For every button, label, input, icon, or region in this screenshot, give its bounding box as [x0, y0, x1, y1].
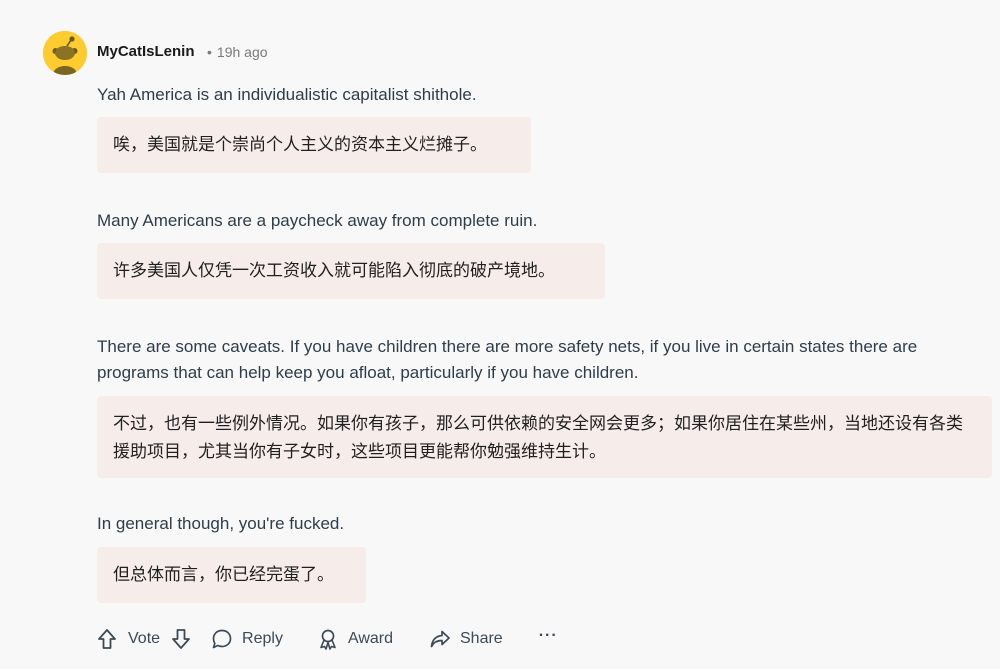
award-label: Award — [347, 630, 393, 647]
comment-text-en: There are some caveats. If you have chil… — [97, 337, 918, 382]
arrow-up-icon — [98, 629, 116, 649]
upvote-button[interactable] — [97, 628, 117, 650]
reply-label: Reply — [242, 630, 283, 647]
comment-text-en: Many Americans are a paycheck away from … — [97, 211, 538, 230]
speech-bubble-icon — [212, 629, 232, 649]
more-options-button[interactable]: ··· — [538, 627, 558, 648]
award-icon — [320, 629, 336, 650]
reddit-snoo-icon — [43, 31, 87, 75]
comment-translation: 不过，也有一些例外情况。如果你有孩子，那么可供依赖的安全网会更多；如果你居住在某… — [97, 396, 992, 478]
comment-text-en: Yah America is an individualistic capita… — [97, 85, 477, 104]
reply-button[interactable]: Reply — [211, 628, 283, 650]
avatar[interactable] — [43, 31, 87, 75]
comment-timestamp[interactable]: 19h ago — [217, 44, 268, 60]
comment-action-bar: Vote Reply Award Share ··· — [97, 627, 558, 650]
comment-text-en: In general though, you're fucked. — [97, 514, 345, 533]
ellipsis-icon: ··· — [538, 627, 558, 644]
downvote-button[interactable] — [171, 628, 191, 650]
comment-translation: 唉，美国就是个崇尚个人主义的资本主义烂摊子。 — [97, 117, 531, 173]
award-button[interactable]: Award — [317, 628, 393, 650]
share-button[interactable]: Share — [429, 628, 503, 650]
share-label: Share — [460, 630, 503, 647]
vote-label: Vote — [128, 630, 161, 647]
comment-translation: 但总体而言，你已经完蛋了。 — [97, 547, 366, 603]
comment-author[interactable]: MyCatIsLenin — [97, 43, 195, 60]
comment-meta: • 19h ago — [207, 44, 268, 60]
comment-translation: 许多美国人仅凭一次工资收入就可能陷入彻底的破产境地。 — [97, 243, 605, 299]
arrow-down-icon — [172, 629, 190, 649]
share-arrow-icon — [430, 630, 450, 648]
meta-separator: • — [207, 44, 212, 60]
